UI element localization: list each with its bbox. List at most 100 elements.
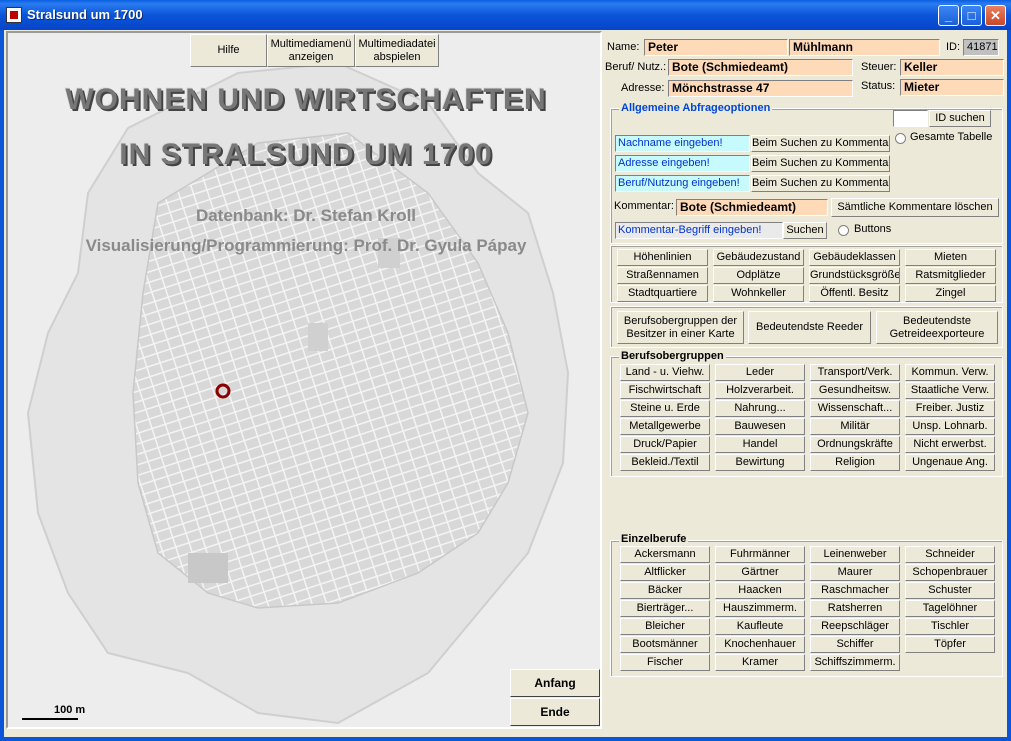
occupation-group-button-bekleid-textil[interactable]: Bekleid./Textil bbox=[620, 454, 710, 471]
category-button-grundstucksgro-e[interactable]: Grundstücksgröße bbox=[809, 267, 900, 284]
kommentar-begriff-input[interactable]: Kommentar-Begriff eingeben! bbox=[615, 222, 783, 239]
adresse-input[interactable]: Adresse eingeben! bbox=[615, 155, 750, 172]
end-button[interactable]: Ende bbox=[510, 698, 600, 726]
occupation-group-button-ordnungskrafte[interactable]: Ordnungskräfte bbox=[810, 436, 900, 453]
search-comment-button-3[interactable]: Beim Suchen zu Kommentar bbox=[751, 175, 890, 192]
occupation-group-button-nicht-erwerbst[interactable]: Nicht erwerbst. bbox=[905, 436, 995, 453]
beruf-input[interactable]: Beruf/Nutzung eingeben! bbox=[615, 175, 750, 192]
occupation-button-kaufleute[interactable]: Kaufleute bbox=[715, 618, 805, 635]
radio-whole-table[interactable] bbox=[895, 133, 906, 144]
start-button[interactable]: Anfang bbox=[510, 669, 600, 697]
occupation-button-bleicher[interactable]: Bleicher bbox=[620, 618, 710, 635]
occupation-button-schneider[interactable]: Schneider bbox=[905, 546, 995, 563]
occupation-button-maurer[interactable]: Maurer bbox=[810, 564, 900, 581]
occupation-button-altflicker[interactable]: Altflicker bbox=[620, 564, 710, 581]
occupation-group-button-militar[interactable]: Militär bbox=[810, 418, 900, 435]
occupation-button-fuhrmanner[interactable]: Fuhrmänner bbox=[715, 546, 805, 563]
occupation-group-button-holzverarbeit[interactable]: Holzverarbeit. bbox=[715, 382, 805, 399]
occupation-button-leinenweber[interactable]: Leinenweber bbox=[810, 546, 900, 563]
occupation-button-biertrager[interactable]: Bierträger... bbox=[620, 600, 710, 617]
window-frame-left bbox=[0, 30, 4, 741]
occupation-group-button-freiber-justiz[interactable]: Freiber. Justiz bbox=[905, 400, 995, 417]
occupation-group-button-unsp-lohnarb[interactable]: Unsp. Lohnarb. bbox=[905, 418, 995, 435]
beruf-field: Bote (Schmiedeamt) bbox=[668, 59, 853, 76]
occupation-group-button-bauwesen[interactable]: Bauwesen bbox=[715, 418, 805, 435]
occupation-group-button-religion[interactable]: Religion bbox=[810, 454, 900, 471]
occupation-group-button-gesundheitsw[interactable]: Gesundheitsw. bbox=[810, 382, 900, 399]
search-comment-button-2[interactable]: Beim Suchen zu Kommentar bbox=[751, 155, 890, 172]
single-occupations-title: Einzelberufe bbox=[619, 533, 689, 545]
steuer-field: Keller bbox=[900, 59, 1004, 76]
heading-line-1: WOHNEN UND WIRTSCHAFTEN bbox=[65, 83, 547, 116]
id-search-input[interactable] bbox=[893, 110, 928, 127]
top-shipowners-button[interactable]: Bedeutendste Reeder bbox=[748, 311, 871, 344]
occupation-group-button-staatliche-verw[interactable]: Staatliche Verw. bbox=[905, 382, 995, 399]
occupation-button-ratsherren[interactable]: Ratsherren bbox=[810, 600, 900, 617]
occupation-button-schiffszimmerm[interactable]: Schiffszimmerm. bbox=[810, 654, 900, 671]
occupation-group-button-druck-papier[interactable]: Druck/Papier bbox=[620, 436, 710, 453]
category-button-hohenlinien[interactable]: Höhenlinien bbox=[617, 249, 708, 266]
nachname-input[interactable]: Nachname eingeben! bbox=[615, 135, 750, 152]
occupation-group-button-metallgewerbe[interactable]: Metallgewerbe bbox=[620, 418, 710, 435]
category-button-ratsmitglieder[interactable]: Ratsmitglieder bbox=[905, 267, 996, 284]
status-field: Mieter bbox=[900, 79, 1004, 96]
window-title: Stralsund um 1700 bbox=[27, 7, 143, 22]
occupation-group-button-ungenaue-ang[interactable]: Ungenaue Ang. bbox=[905, 454, 995, 471]
multimedia-menu-button[interactable]: Multimediamenü anzeigen bbox=[267, 34, 355, 67]
help-button[interactable]: Hilfe bbox=[190, 34, 267, 67]
heading-line-2: IN STRALSUND UM 1700 bbox=[119, 138, 493, 171]
top-grain-exporters-button[interactable]: Bedeutendste Getreideexporteure bbox=[876, 311, 998, 344]
id-search-button[interactable]: ID suchen bbox=[929, 110, 991, 127]
occupation-button-topfer[interactable]: Töpfer bbox=[905, 636, 995, 653]
occupation-button-reepschlager[interactable]: Reepschläger bbox=[810, 618, 900, 635]
category-button-stadtquartiere[interactable]: Stadtquartiere bbox=[617, 285, 708, 302]
occupation-group-button-steine-u-erde[interactable]: Steine u. Erde bbox=[620, 400, 710, 417]
category-button-offentl-besitz[interactable]: Öffentl. Besitz bbox=[809, 285, 900, 302]
category-button-gebaudezustand[interactable]: Gebäudezustand bbox=[713, 249, 804, 266]
category-button-wohnkeller[interactable]: Wohnkeller bbox=[713, 285, 804, 302]
category-button-mieten[interactable]: Mieten bbox=[905, 249, 996, 266]
title-bar[interactable]: Stralsund um 1700 _ □ ✕ bbox=[0, 0, 1011, 30]
occupation-group-button-fischwirtschaft[interactable]: Fischwirtschaft bbox=[620, 382, 710, 399]
radio-buttons[interactable] bbox=[838, 225, 849, 236]
occupation-button-ackersmann[interactable]: Ackersmann bbox=[620, 546, 710, 563]
occupation-button-knochenhauer[interactable]: Knochenhauer bbox=[715, 636, 805, 653]
occupation-group-button-kommun-verw[interactable]: Kommun. Verw. bbox=[905, 364, 995, 381]
occupation-group-button-transport-verk[interactable]: Transport/Verk. bbox=[810, 364, 900, 381]
suchen-button[interactable]: Suchen bbox=[783, 222, 827, 239]
building-block bbox=[308, 323, 328, 351]
multimedia-play-button[interactable]: Multimediadatei abspielen bbox=[355, 34, 439, 67]
occupation-button-schuster[interactable]: Schuster bbox=[905, 582, 995, 599]
occupation-group-button-handel[interactable]: Handel bbox=[715, 436, 805, 453]
occupation-button-gartner[interactable]: Gärtner bbox=[715, 564, 805, 581]
occupation-button-haacken[interactable]: Haacken bbox=[715, 582, 805, 599]
owner-groups-map-button[interactable]: Berufsobergruppen der Besitzer in einer … bbox=[617, 311, 744, 344]
occupation-group-button-wissenschaft[interactable]: Wissenschaft... bbox=[810, 400, 900, 417]
minimize-button[interactable]: _ bbox=[938, 5, 959, 26]
close-button[interactable]: ✕ bbox=[985, 5, 1006, 26]
occupation-button-schiffer[interactable]: Schiffer bbox=[810, 636, 900, 653]
occupation-button-fischer[interactable]: Fischer bbox=[620, 654, 710, 671]
occupation-button-backer[interactable]: Bäcker bbox=[620, 582, 710, 599]
occupation-button-raschmacher[interactable]: Raschmacher bbox=[810, 582, 900, 599]
occupation-button-kramer[interactable]: Kramer bbox=[715, 654, 805, 671]
kommentar-field[interactable]: Bote (Schmiedeamt) bbox=[676, 199, 828, 216]
occupation-button-tagelohner[interactable]: Tagelöhner bbox=[905, 600, 995, 617]
database-credit: Datenbank: Dr. Stefan Kroll bbox=[195, 206, 417, 225]
occupation-group-button-nahrung[interactable]: Nahrung... bbox=[715, 400, 805, 417]
category-button-gebaudeklassen[interactable]: Gebäudeklassen bbox=[809, 249, 900, 266]
occupation-button-schopenbrauer[interactable]: Schopenbrauer bbox=[905, 564, 995, 581]
category-button-stra-ennamen[interactable]: Straßennamen bbox=[617, 267, 708, 284]
occupation-group-button-leder[interactable]: Leder bbox=[715, 364, 805, 381]
maximize-button[interactable]: □ bbox=[961, 5, 982, 26]
occupation-group-button-bewirtung[interactable]: Bewirtung bbox=[715, 454, 805, 471]
search-comment-button-1[interactable]: Beim Suchen zu Kommentar bbox=[751, 135, 890, 152]
kommentar-label: Kommentar: bbox=[614, 200, 674, 212]
category-button-zingel[interactable]: Zingel bbox=[905, 285, 996, 302]
clear-comments-button[interactable]: Sämtliche Kommentare löschen bbox=[831, 198, 999, 217]
category-button-odplatze[interactable]: Odplätze bbox=[713, 267, 804, 284]
occupation-button-tischler[interactable]: Tischler bbox=[905, 618, 995, 635]
occupation-group-button-land-u-viehw[interactable]: Land - u. Viehw. bbox=[620, 364, 710, 381]
occupation-button-bootsmanner[interactable]: Bootsmänner bbox=[620, 636, 710, 653]
occupation-button-hauszimmerm[interactable]: Hauszimmerm. bbox=[715, 600, 805, 617]
